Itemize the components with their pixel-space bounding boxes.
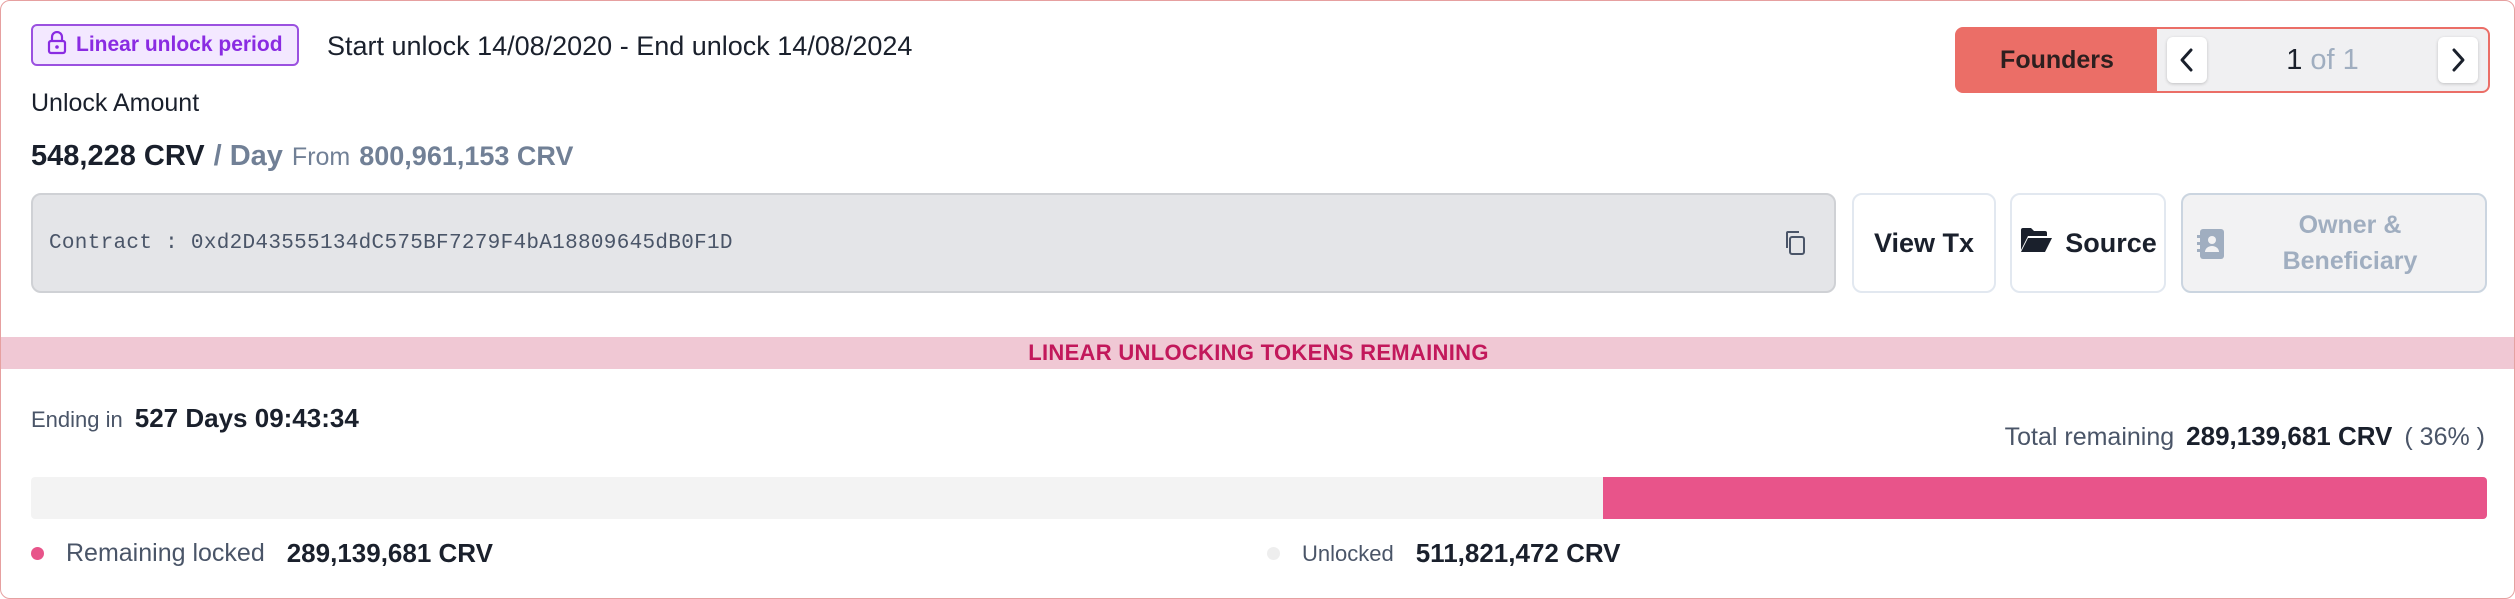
rate-amount: 548,228 CRV <box>31 140 205 172</box>
total-remaining-value: 289,139,681 CRV <box>2186 421 2393 451</box>
unlock-rate: 548,228 CRV / Day From 800,961,153 CRV <box>31 140 573 173</box>
prev-page-button[interactable] <box>2167 37 2207 83</box>
source-label: Source <box>2065 227 2157 258</box>
linear-unlock-badge: Linear unlock period <box>31 24 299 66</box>
owner-beneficiary-button[interactable]: Owner & Beneficiary <box>2181 193 2487 293</box>
allocation-selector: Founders 1 of 1 <box>1955 27 2490 93</box>
current-page: 1 <box>2286 43 2303 76</box>
lock-icon <box>47 30 67 60</box>
contract-address: Contract : 0xd2D43555134dC575BF7279F4bA1… <box>49 231 733 255</box>
remaining-locked-label: Remaining locked <box>66 539 265 567</box>
badge-label: Linear unlock period <box>76 33 283 56</box>
legend-unlocked: Unlocked 511,821,472 CRV <box>1267 538 1621 569</box>
view-tx-label: View Tx <box>1873 227 1975 258</box>
view-tx-button[interactable]: View Tx <box>1852 193 1996 293</box>
unlocked-label: Unlocked <box>1302 540 1394 566</box>
pager: 1 of 1 <box>2157 29 2488 91</box>
total-remaining: Total remaining 289,139,681 CRV ( 36% ) <box>2005 421 2485 452</box>
next-page-button[interactable] <box>2438 37 2478 83</box>
owner-label: Owner & Beneficiary <box>2283 207 2418 279</box>
total-pages: of 1 <box>2310 43 2359 76</box>
ending-label: Ending in <box>31 407 123 432</box>
countdown-value: 527 Days 09:43:34 <box>134 403 359 433</box>
vesting-card: Linear unlock period Start unlock 14/08/… <box>0 0 2515 599</box>
total-allocation: 800,961,153 CRV <box>359 141 574 171</box>
total-remaining-percent: ( 36% ) <box>2404 423 2485 451</box>
remaining-locked-fill <box>1602 477 2487 519</box>
rate-unit: / Day <box>213 140 283 172</box>
copy-icon[interactable] <box>1782 229 1808 262</box>
unlock-progress-bar <box>31 477 2487 519</box>
remaining-dot-icon <box>31 547 44 560</box>
folder-open-icon <box>2019 226 2053 261</box>
ending-countdown: Ending in 527 Days 09:43:34 <box>31 403 359 434</box>
chevron-left-icon <box>2180 48 2193 72</box>
unlock-amount-label: Unlock Amount <box>31 89 200 117</box>
owner-label-line1: Owner & <box>2298 211 2402 239</box>
unlock-period-text: Start unlock 14/08/2020 - End unlock 14/… <box>327 31 913 61</box>
page-indicator: 1 of 1 <box>2217 29 2428 91</box>
remaining-banner: LINEAR UNLOCKING TOKENS REMAINING <box>1 337 2514 369</box>
contract-address-box: Contract : 0xd2D43555134dC575BF7279F4bA1… <box>31 193 1836 293</box>
contact-book-icon <box>2197 227 2227 268</box>
founders-label[interactable]: Founders <box>1957 29 2157 91</box>
total-remaining-label: Total remaining <box>2004 423 2175 451</box>
owner-label-line2: Beneficiary <box>2282 247 2418 275</box>
unlocked-dot-icon <box>1267 547 1280 560</box>
remaining-locked-value: 289,139,681 CRV <box>286 538 493 568</box>
chevron-right-icon <box>2452 48 2465 72</box>
source-button[interactable]: Source <box>2010 193 2166 293</box>
unlocked-value: 511,821,472 CRV <box>1415 538 1621 568</box>
legend-remaining: Remaining locked 289,139,681 CRV <box>31 538 493 569</box>
from-label: From <box>291 143 351 171</box>
